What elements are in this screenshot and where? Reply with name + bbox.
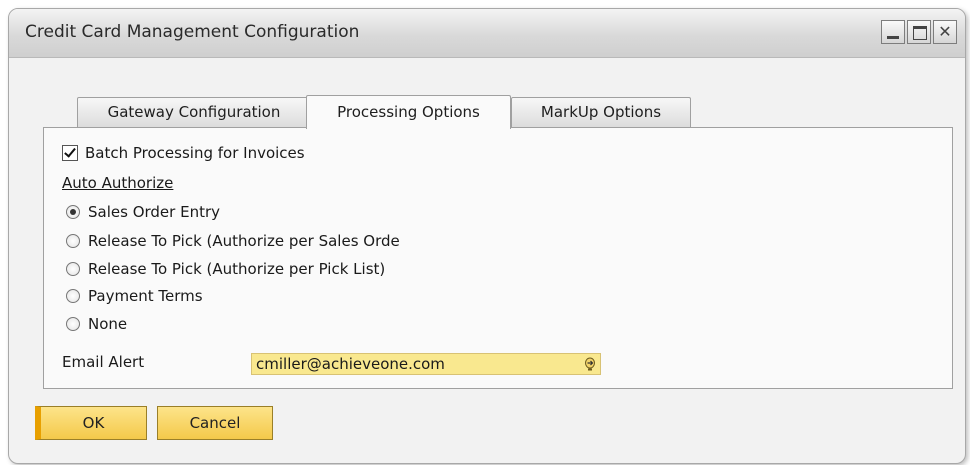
- auto-authorize-heading: Auto Authorize: [62, 174, 174, 192]
- radio-label: Release To Pick (Authorize per Sales Ord…: [88, 232, 400, 250]
- cancel-button[interactable]: Cancel: [157, 406, 273, 440]
- batch-processing-row[interactable]: Batch Processing for Invoices: [62, 144, 305, 162]
- maximize-button[interactable]: [907, 20, 931, 44]
- window-controls: ✕: [881, 20, 957, 44]
- radio-none[interactable]: None: [66, 315, 127, 333]
- window-title: Credit Card Management Configuration: [25, 22, 360, 42]
- tab-processing-options[interactable]: Processing Options: [306, 95, 511, 129]
- minimize-button[interactable]: [881, 20, 905, 44]
- minimize-icon: [887, 36, 899, 39]
- radio-label: Release To Pick (Authorize per Pick List…: [88, 260, 386, 278]
- link-arrow-icon[interactable]: [584, 357, 596, 371]
- auto-authorize-heading-row: Auto Authorize: [62, 174, 173, 192]
- tab-gateway-configuration[interactable]: Gateway Configuration: [77, 97, 311, 127]
- processing-options-panel: Batch Processing for Invoices Auto Autho…: [43, 127, 953, 389]
- batch-processing-checkbox[interactable]: [62, 145, 78, 161]
- radio-label: Sales Order Entry: [88, 203, 220, 221]
- radio-release-to-pick-sales-order[interactable]: Release To Pick (Authorize per Sales Ord…: [66, 232, 400, 250]
- radio-button[interactable]: [66, 289, 80, 303]
- email-alert-label-row: Email Alert: [62, 353, 144, 371]
- radio-release-to-pick-pick-list[interactable]: Release To Pick (Authorize per Pick List…: [66, 260, 385, 278]
- radio-label: None: [88, 315, 128, 333]
- email-alert-value: cmiller@achieveone.com: [256, 355, 445, 373]
- email-alert-label: Email Alert: [62, 353, 145, 371]
- radio-sales-order-entry[interactable]: Sales Order Entry: [66, 203, 220, 221]
- email-alert-input[interactable]: cmiller@achieveone.com: [251, 353, 601, 375]
- close-button[interactable]: ✕: [933, 20, 957, 44]
- close-icon: ✕: [938, 22, 952, 41]
- radio-button[interactable]: [66, 234, 80, 248]
- radio-button[interactable]: [66, 262, 80, 276]
- title-bar[interactable]: Credit Card Management Configuration ✕: [9, 9, 965, 58]
- maximize-icon: [913, 26, 927, 40]
- ok-button[interactable]: OK: [35, 406, 147, 440]
- radio-button[interactable]: [66, 317, 80, 331]
- config-window: Credit Card Management Configuration ✕ G…: [8, 8, 966, 464]
- tab-markup-options[interactable]: MarkUp Options: [511, 97, 691, 127]
- radio-button[interactable]: [66, 205, 80, 219]
- radio-payment-terms[interactable]: Payment Terms: [66, 287, 203, 305]
- radio-label: Payment Terms: [88, 287, 203, 305]
- batch-processing-label: Batch Processing for Invoices: [85, 144, 305, 162]
